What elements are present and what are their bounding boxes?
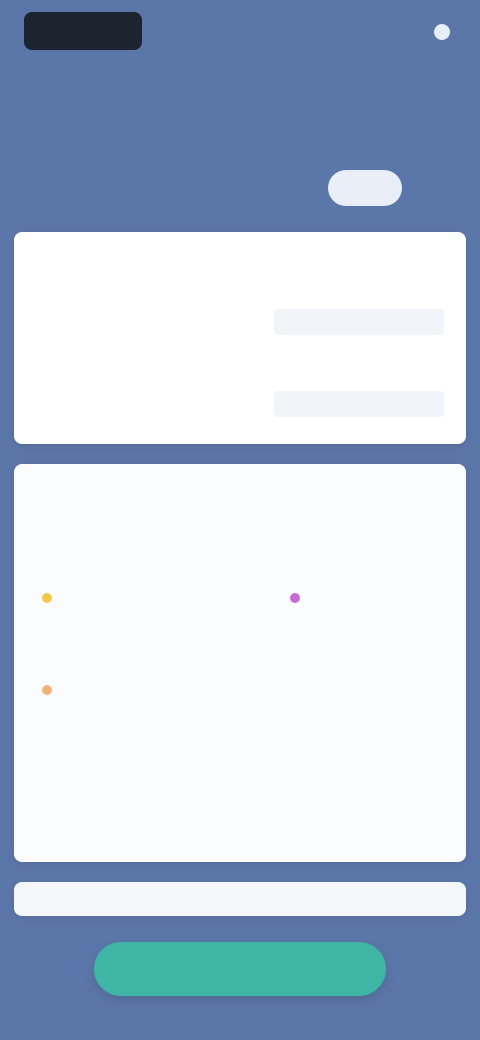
orange-dot-icon bbox=[42, 685, 52, 695]
primary-cta-button[interactable] bbox=[94, 942, 386, 996]
summary-row bbox=[36, 308, 444, 336]
hero-row bbox=[24, 168, 456, 208]
summary-card bbox=[14, 232, 466, 444]
tag-chip[interactable] bbox=[42, 586, 58, 610]
hero-pill-button[interactable] bbox=[328, 170, 402, 206]
user-icon bbox=[434, 24, 450, 40]
details-card bbox=[14, 464, 466, 862]
tag-chip[interactable] bbox=[290, 586, 306, 610]
hero bbox=[24, 116, 456, 124]
yellow-dot-icon bbox=[42, 593, 52, 603]
summary-row-value[interactable] bbox=[274, 391, 444, 417]
purple-dot-icon bbox=[290, 593, 300, 603]
app-logo[interactable] bbox=[24, 12, 142, 50]
top-bar bbox=[0, 0, 480, 80]
tag-chip[interactable] bbox=[42, 678, 58, 702]
summary-row bbox=[36, 390, 444, 418]
footer-card bbox=[14, 882, 466, 916]
top-action[interactable] bbox=[354, 22, 450, 42]
summary-row-value[interactable] bbox=[274, 309, 444, 335]
